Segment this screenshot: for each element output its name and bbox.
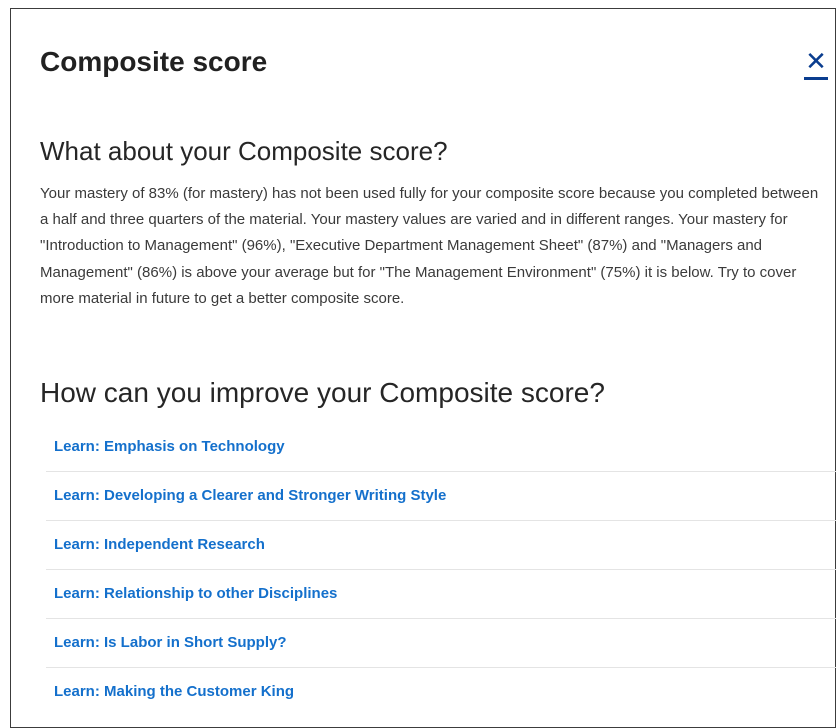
composite-score-dialog: Composite score ✕ What about your Compos… (10, 8, 836, 728)
learn-link-emphasis-on-technology[interactable]: Learn: Emphasis on Technology (46, 423, 836, 471)
composite-explanation-text: Your mastery of 83% (for mastery) has no… (40, 185, 819, 307)
learn-link-other-disciplines[interactable]: Learn: Relationship to other Disciplines (46, 570, 836, 618)
learn-link-independent-research[interactable]: Learn: Independent Research (46, 521, 836, 569)
list-item: Learn: Independent Research (46, 521, 836, 570)
learn-link-labor-short-supply[interactable]: Learn: Is Labor in Short Supply? (46, 619, 836, 667)
how-improve-heading: How can you improve your Composite score… (40, 377, 605, 408)
list-item: Learn: Is Labor in Short Supply? (46, 619, 836, 668)
close-icon: ✕ (805, 47, 827, 77)
list-item: Learn: Making the Customer King (46, 668, 836, 717)
close-button[interactable]: ✕ (801, 49, 831, 83)
learn-link-customer-king[interactable]: Learn: Making the Customer King (46, 668, 836, 716)
close-underline (804, 77, 828, 80)
what-about-heading: What about your Composite score? (40, 136, 448, 166)
dialog-title: Composite score (40, 46, 268, 77)
learn-links-list: Learn: Emphasis on Technology Learn: Dev… (46, 423, 836, 717)
list-item: Learn: Developing a Clearer and Stronger… (46, 472, 836, 521)
list-item: Learn: Emphasis on Technology (46, 423, 836, 472)
learn-link-writing-style[interactable]: Learn: Developing a Clearer and Stronger… (46, 472, 836, 520)
list-item: Learn: Relationship to other Disciplines (46, 570, 836, 619)
